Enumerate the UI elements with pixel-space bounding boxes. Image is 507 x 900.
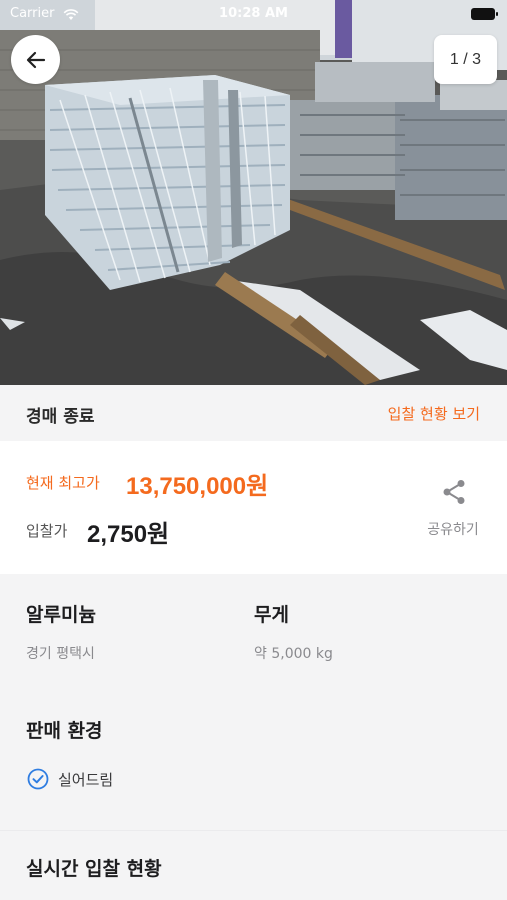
back-button[interactable] (11, 35, 60, 84)
start-price-label: 입찰가 (26, 522, 68, 540)
arrow-left-icon (26, 51, 45, 68)
start-price-value: 2,750원 (87, 521, 170, 548)
status-bar: Carrier 10:28 AM (0, 0, 507, 28)
check-circle-icon (27, 768, 49, 790)
current-price-label: 현재 최고가 (26, 474, 100, 492)
battery-icon (471, 8, 498, 20)
share-button[interactable]: 공유하기 (418, 477, 488, 541)
product-photo-image (0, 0, 507, 385)
product-photo[interactable]: Carrier 10:28 AM 1 / 3 (0, 0, 507, 385)
status-time: 10:28 AM (219, 6, 288, 21)
price-card: 현재 최고가 13,750,000원 입찰가 2,750원 공유하기 (0, 441, 507, 574)
weight-title: 무게 (254, 604, 289, 626)
share-icon (443, 480, 465, 504)
location-text: 경기 평택시 (26, 646, 95, 662)
section-divider (0, 830, 507, 831)
auction-status-row: 경매 종료 입찰 현황 보기 (0, 385, 507, 441)
weight-value: 약 5,000 kg (254, 646, 333, 662)
sale-environment-title: 판매 환경 (26, 720, 103, 742)
share-label: 공유하기 (427, 522, 479, 538)
current-price-value: 13,750,000원 (126, 473, 269, 500)
image-page-indicator: 1 / 3 (434, 35, 497, 84)
material-title: 알루미늄 (26, 604, 96, 626)
live-bid-status-title: 실시간 입찰 현황 (26, 858, 162, 880)
details-section: 알루미늄 경기 평택시 무게 약 5,000 kg 판매 환경 실어드림 실시간… (0, 574, 507, 900)
auction-status: 경매 종료 (26, 407, 95, 427)
sale-environment-option: 실어드림 (27, 768, 113, 790)
sale-environment-option-label: 실어드림 (58, 770, 114, 789)
bid-status-link[interactable]: 입찰 현황 보기 (388, 403, 480, 424)
